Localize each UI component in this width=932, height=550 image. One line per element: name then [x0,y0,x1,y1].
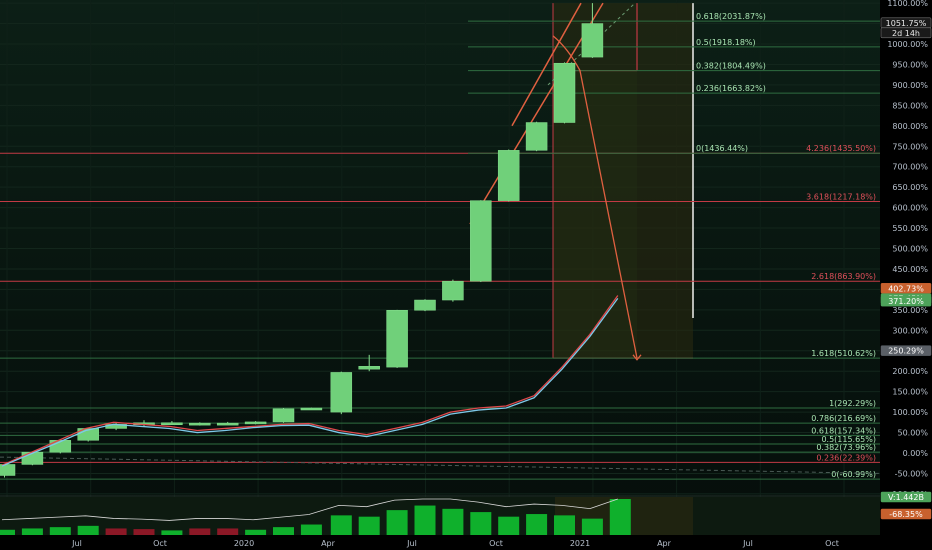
volume-bar [330,515,352,535]
x-tick-label: Oct [825,539,839,548]
candle-body [386,310,408,368]
y-tick-label: 900.00% [892,81,928,90]
y-tick-label: 0.00% [903,449,929,458]
y-tick-label: -50.00% [895,469,929,478]
volume-bar [498,516,520,535]
x-tick-label: Jul [71,539,82,548]
volume-bar [217,528,239,535]
y-tick-label: 800.00% [892,122,928,131]
candle-body [216,422,239,426]
volume-bar [49,527,71,535]
y-tick-label: 300.00% [892,326,928,335]
y-tick-label: 200.00% [892,367,928,376]
candle-body [161,422,183,425]
candle-body [300,407,323,411]
volume-bar [386,510,408,535]
fib-upper-label: 0.618(2031.87%) [696,12,766,21]
fib-lower-label: 0.786(216.69%) [811,414,876,423]
candle-body [244,421,267,425]
fib-ext-label: 4.236(1435.50%) [806,144,876,153]
volume-bar [609,499,631,535]
y-tick-label: 950.00% [892,60,928,69]
price-tag-label: -68.35% [889,510,923,519]
volume-bar [300,524,322,535]
price-tag-label: 402.73% [888,284,924,293]
y-tick-label: 600.00% [892,204,928,213]
time-axis-bg [0,535,932,550]
fib-lower-label: 0.382(73.96%) [816,443,876,452]
x-tick-label: Jul [406,539,417,548]
volume-bar [105,528,127,535]
y-tick-label: 650.00% [892,183,928,192]
y-tick-label: 1100.00% [887,0,928,8]
y-tick-label: 850.00% [892,101,928,110]
fib-lower-label: 0.236(22.39%) [816,453,876,462]
fib-upper-label: 0.5(1918.18%) [696,38,756,47]
x-tick-label: Jul [742,539,753,548]
candle-body [581,23,604,58]
volume-bar [161,530,183,535]
fib-ext-label: 3.618(1217.18%) [806,192,876,201]
price-tag-label: 371.20% [888,297,924,306]
candle-body [497,150,520,201]
y-tick-label: 100.00% [892,408,928,417]
fib-lower-label: 0(-60.99%) [831,470,876,479]
y-tick-label: 450.00% [892,265,928,274]
time-axis[interactable]: Jul Oct 2020 Apr Jul Oct 2021 Apr Jul Oct [0,535,932,550]
candle-body [189,422,211,426]
y-tick-label: 350.00% [892,306,928,315]
candle-body [358,366,380,370]
candle-body [272,408,295,423]
fib-upper-label: 0(1436.44%) [696,144,748,153]
price-tag-label: 250.29% [888,347,924,356]
volume-pane [0,495,880,535]
candle-body [330,372,353,413]
x-tick-label: Oct [153,539,167,548]
fib-lower-label: 1(292.29%) [829,399,876,408]
y-tick-label: 700.00% [892,163,928,172]
volume-bar [21,528,43,535]
volume-bar [470,512,492,535]
volume-bar [189,528,211,535]
price-tag-label: V:1.442B [888,493,924,502]
x-tick-label: 2021 [570,539,590,548]
volume-bar [358,516,380,535]
volume-pane-bg [0,497,880,535]
volume-bar [554,515,575,535]
plot-background [0,0,880,550]
volume-bar [526,514,548,535]
chart-canvas[interactable]: 4.236(1435.50%) 3.618(1217.18%) 2.618(863.… [0,0,932,550]
volume-bar [77,525,99,535]
y-tick-label: 150.00% [892,388,928,397]
price-tag-label: 2d 14h [892,29,920,38]
volume-bar [442,508,464,535]
candle-body [525,122,548,151]
volume-bar [581,518,603,535]
y-tick-label: 500.00% [892,245,928,254]
volume-bar [133,529,155,535]
fib-upper-label: 0.382(1804.49%) [696,62,766,71]
price-tag-label: 1051.75% [886,19,927,28]
x-tick-label: 2020 [234,539,254,548]
projection-zones [552,3,694,359]
x-tick-label: Apr [657,539,672,548]
candle-body [414,299,436,311]
x-tick-label: Apr [321,539,336,548]
fib-ext-label: 2.618(863.90%) [811,272,876,281]
candle-body [442,280,464,301]
volume-bar [0,529,15,535]
candle-body [470,200,492,282]
candle-body [553,62,576,123]
y-tick-label: 750.00% [892,142,928,151]
volume-bar [245,529,267,535]
y-tick-label: 50.00% [897,429,928,438]
fib-upper-label: 0.236(1663.82%) [696,84,766,93]
y-tick-label: 550.00% [892,224,928,233]
volume-bar [414,505,436,535]
volume-bar [273,527,294,535]
fib-ext-label: 1.618(510.62%) [811,349,876,358]
x-tick-label: Oct [489,539,503,548]
candle-body [21,451,44,465]
y-tick-label: 1000.00% [887,40,928,49]
